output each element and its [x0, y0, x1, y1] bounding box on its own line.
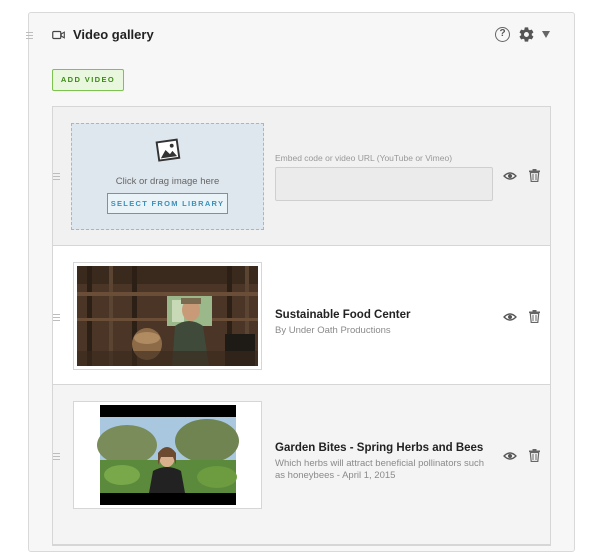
panel-drag-handle-icon[interactable]: [26, 30, 33, 41]
eye-icon[interactable]: [503, 451, 517, 461]
image-icon: [155, 138, 181, 162]
video-camera-icon: [52, 30, 65, 40]
trash-icon[interactable]: [529, 310, 540, 323]
caret-down-icon[interactable]: [542, 31, 550, 38]
video-subtitle: Which herbs will attract beneficial poll…: [275, 458, 485, 481]
thumbnail-image: [77, 266, 258, 366]
video-subtitle: By Under Oath Productions: [275, 325, 391, 336]
embed-url-input[interactable]: [275, 167, 493, 201]
thumbnail-image: [77, 405, 258, 505]
eye-icon[interactable]: [503, 171, 517, 181]
video-title: Garden Bites - Spring Herbs and Bees: [275, 442, 484, 454]
gear-icon[interactable]: [518, 26, 535, 43]
image-dropzone[interactable]: Click or drag image here SELECT FROM LIB…: [71, 123, 264, 230]
video-thumbnail[interactable]: [73, 262, 262, 370]
video-list: Click or drag image here SELECT FROM LIB…: [52, 106, 551, 546]
dropzone-prompt: Click or drag image here: [115, 176, 220, 187]
video-thumbnail[interactable]: [73, 401, 262, 509]
drag-handle-icon[interactable]: [53, 451, 60, 462]
list-item: Sustainable Food Center By Under Oath Pr…: [53, 246, 550, 385]
add-video-button[interactable]: ADD VIDEO: [52, 69, 124, 91]
list-item: Click or drag image here SELECT FROM LIB…: [53, 107, 550, 246]
help-icon[interactable]: ?: [495, 27, 510, 42]
video-title: Sustainable Food Center: [275, 309, 411, 321]
trash-icon[interactable]: [529, 169, 540, 182]
drag-handle-icon[interactable]: [53, 312, 60, 323]
drag-handle-icon[interactable]: [53, 171, 60, 182]
trash-icon[interactable]: [529, 449, 540, 462]
eye-icon[interactable]: [503, 312, 517, 322]
embed-label: Embed code or video URL (YouTube or Vime…: [275, 153, 453, 163]
select-from-library-button[interactable]: SELECT FROM LIBRARY: [107, 193, 228, 214]
panel-title: Video gallery: [73, 27, 154, 42]
list-item: Garden Bites - Spring Herbs and Bees Whi…: [53, 385, 550, 545]
